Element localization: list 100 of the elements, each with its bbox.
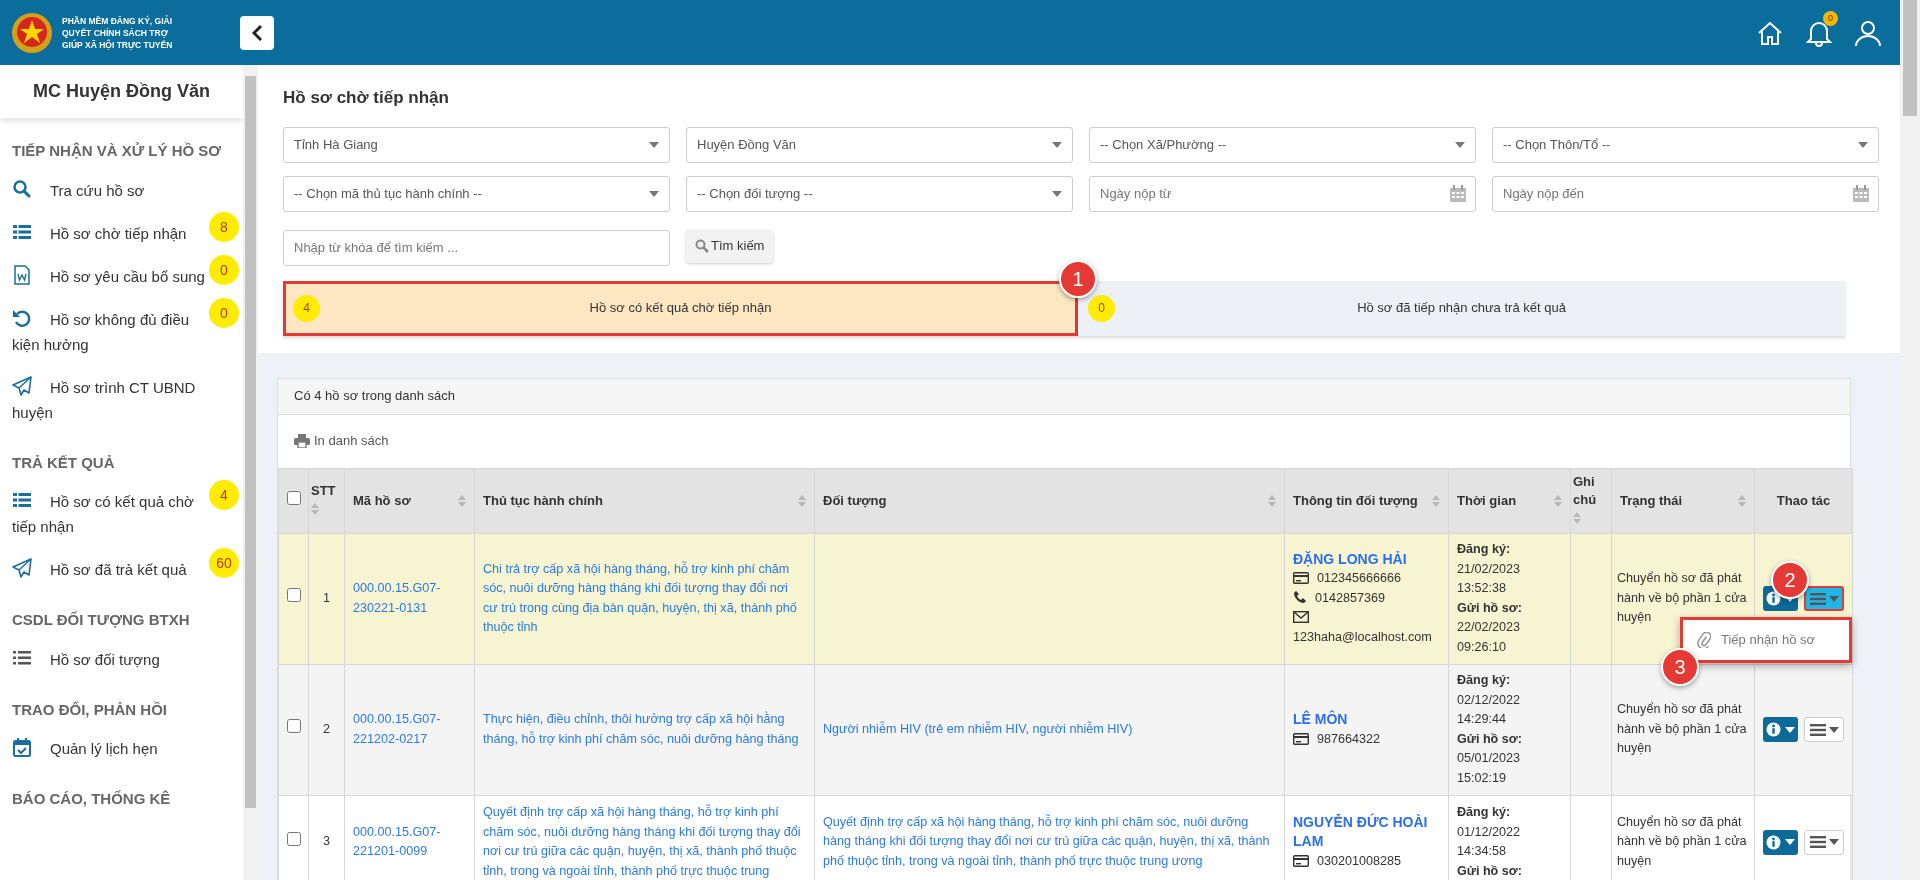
sidebar-item[interactable]: Hồ sơ không đủ điều kiện hưởng 0 xyxy=(0,297,243,366)
calendar-icon xyxy=(12,737,32,757)
date-field[interactable]: Ngày nộp từ xyxy=(1089,175,1476,212)
id-card-icon xyxy=(1293,572,1309,585)
undo-icon xyxy=(12,307,32,328)
person-name[interactable]: LÊ MÔN xyxy=(1293,710,1440,730)
date-field[interactable]: Ngày nộp đến xyxy=(1492,175,1879,212)
column-header[interactable]: Thủ tục hành chính xyxy=(483,491,603,510)
logo-text: GIÚP XÃ HỘI TRỰC TUYẾN xyxy=(62,38,173,51)
info-icon xyxy=(1766,591,1781,606)
time-label: Đăng ký: xyxy=(1457,672,1512,689)
caret-icon xyxy=(1828,595,1839,602)
column-header[interactable]: STT xyxy=(311,481,336,500)
caret-icon xyxy=(649,141,659,148)
sidebar-title: MC Huyện Đồng Văn xyxy=(33,80,210,103)
person-name[interactable]: NGUYỄN ĐỨC HOÀI LAM xyxy=(1293,812,1440,852)
search-field[interactable]: Nhập từ khóa để tìm kiếm ... xyxy=(283,229,670,266)
date-text: 21/02/2023 xyxy=(1457,560,1522,578)
checkbox[interactable] xyxy=(287,588,301,603)
sidebar-item[interactable]: Tra cứu hồ sơ xyxy=(0,168,243,212)
logo-text: QUYẾT CHÍNH SÁCH TRỢ xyxy=(62,26,169,39)
user-icon[interactable] xyxy=(1854,18,1882,47)
paperclip-icon xyxy=(1697,631,1711,648)
time-label: Gửi hồ sơ: xyxy=(1457,862,1523,880)
print-link[interactable]: In danh sách xyxy=(294,431,389,451)
time-label: Đăng ký: xyxy=(1457,804,1512,821)
search-button[interactable]: Tìm kiếm xyxy=(686,229,774,263)
row-number: 1 xyxy=(323,590,330,605)
caret-icon xyxy=(1785,726,1795,733)
sidebar-item[interactable]: Hồ sơ đối tượng xyxy=(0,637,243,681)
contact-text: 0142857369 xyxy=(1315,590,1386,605)
select-field[interactable]: Tỉnh Hà Giang xyxy=(283,126,670,163)
section-heading: CSDL ĐỐI TƯỢNG BTXH xyxy=(11,610,191,630)
time-label: Gửi hồ sơ: xyxy=(1457,599,1523,617)
checkbox[interactable] xyxy=(287,831,301,846)
section-heading: TIẾP NHẬN VÀ XỬ LÝ HỒ SƠ xyxy=(11,141,223,161)
emblem-icon xyxy=(10,10,54,55)
column-header[interactable]: Thời gian xyxy=(1457,491,1517,510)
search-icon xyxy=(12,178,32,199)
sidebar-item[interactable]: Quản lý lịch hẹn xyxy=(0,727,243,770)
count-badge: 0 xyxy=(209,297,239,328)
info-icon xyxy=(1766,722,1781,737)
contact-text: 012345666666 xyxy=(1317,571,1402,586)
email-text: 123haha@localhost.com xyxy=(1293,628,1433,646)
step-marker: 1 xyxy=(1059,259,1097,298)
column-header[interactable]: Mã hồ sơ xyxy=(353,491,411,510)
count-badge: 60 xyxy=(209,548,239,578)
phone-icon xyxy=(1293,589,1307,604)
caret-icon xyxy=(1052,141,1062,148)
id-card-icon xyxy=(1293,854,1309,867)
info-button[interactable] xyxy=(1763,829,1798,855)
step-marker: 2 xyxy=(1771,561,1809,599)
date-text: 02/12/2022 xyxy=(1457,691,1522,709)
status-text: Chuyển hồ sơ đã phát hành về bộ phần 1 cửa huyện xyxy=(1617,570,1748,627)
back-button[interactable] xyxy=(240,15,275,50)
count-badge: 0 xyxy=(1088,294,1115,322)
select-field[interactable]: -- Chọn Thôn/Tổ -- xyxy=(1492,126,1879,163)
person-name[interactable]: ĐẶNG LONG HẢI xyxy=(1293,549,1440,570)
menu-button[interactable] xyxy=(1804,586,1844,611)
sidebar-item[interactable]: Hồ sơ đã trả kết quả 60 xyxy=(0,548,243,591)
menu-icon xyxy=(1809,723,1826,736)
checkbox[interactable] xyxy=(286,491,301,505)
checkbox[interactable] xyxy=(287,719,301,734)
caret-icon xyxy=(1828,726,1839,733)
select-field[interactable]: -- Chọn mã thủ tục hành chính -- xyxy=(283,175,670,212)
sidebar-item[interactable]: Hồ sơ yêu cầu bổ sung 0 xyxy=(0,254,243,298)
column-header[interactable]: Đối tượng xyxy=(823,491,887,510)
select-field[interactable]: -- Chọn đối tượng -- xyxy=(686,175,1073,212)
select-field[interactable]: -- Chọn Xã/Phường -- xyxy=(1089,126,1476,163)
count-badge: 8 xyxy=(209,211,239,242)
time-text: 09:26:10 xyxy=(1457,638,1508,656)
caret-icon xyxy=(1785,839,1795,845)
scrollbar[interactable] xyxy=(1900,0,1920,880)
info-button[interactable] xyxy=(1763,717,1798,742)
time-text: 15:02:19 xyxy=(1457,769,1508,787)
sidebar-item[interactable]: Hồ sơ chờ tiếp nhận 8 xyxy=(0,211,243,255)
caret-icon xyxy=(1828,839,1839,845)
chevron-left-icon xyxy=(251,23,264,42)
column-header[interactable]: Thao tác xyxy=(1776,491,1831,510)
time-text: 13:52:38 xyxy=(1457,580,1508,597)
section-heading: TRẢ KẾT QUẢ xyxy=(11,452,116,473)
section-heading: BÁO CÁO, THỐNG KÊ xyxy=(11,789,172,809)
date-text: 01/12/2022 xyxy=(1457,823,1522,841)
count-badge: 4 xyxy=(293,294,320,322)
time-label: Gửi hồ sơ: xyxy=(1457,730,1523,748)
sidebar-item[interactable]: Hồ sơ có kết quả chờ tiếp nhận 4 xyxy=(0,480,243,548)
menu-button[interactable] xyxy=(1804,717,1844,742)
subject-link[interactable]: Người nhiễm HIV (trẻ em nhiễm HIV, người nhiễm HIV) xyxy=(823,719,1276,740)
menu-button[interactable] xyxy=(1804,829,1844,855)
time-text: 14:34:58 xyxy=(1457,843,1508,860)
logo-text: PHẦN MỀM ĐĂNG KÝ, GIẢI xyxy=(62,14,173,27)
status-text: Chuyển hồ sơ đã phát hành về bộ phần 1 cửa huyện xyxy=(1617,701,1748,758)
column-header[interactable]: Trạng thái xyxy=(1620,491,1683,510)
select-field[interactable]: Huyện Đồng Văn xyxy=(686,126,1073,163)
date-text: 05/01/2023 xyxy=(1457,750,1522,767)
scrollbar[interactable] xyxy=(243,65,258,880)
contact-text: 987664322 xyxy=(1317,731,1381,746)
envelope-icon xyxy=(1293,611,1309,624)
list-summary: Có 4 hồ sơ trong danh sách xyxy=(294,387,455,406)
sidebar-item[interactable]: Hồ sơ trình CT UBND huyện xyxy=(0,365,243,434)
